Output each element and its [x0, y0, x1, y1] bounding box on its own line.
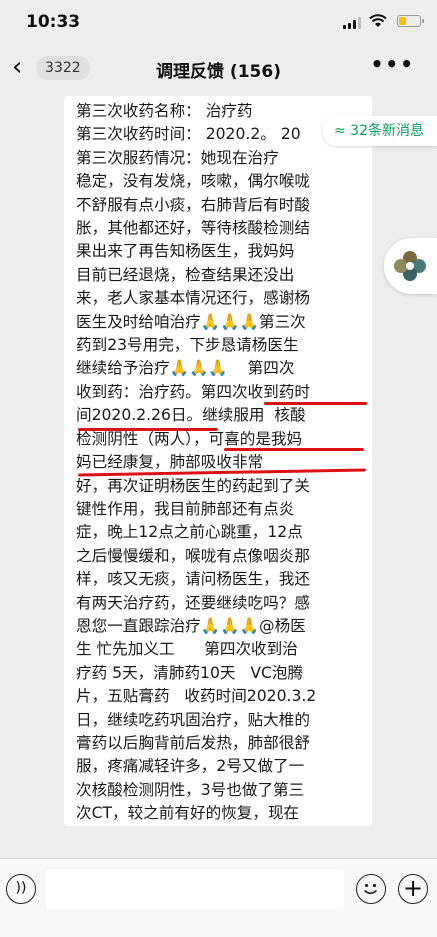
red-underline — [264, 402, 367, 405]
nav-bar: ‹ 3322 调理反馈 (156) ••• — [0, 46, 437, 90]
red-underline — [78, 428, 218, 431]
battery-icon — [397, 15, 424, 27]
wifi-icon — [369, 14, 387, 27]
emoji-icon[interactable] — [356, 874, 386, 904]
signal-icon — [343, 17, 363, 29]
red-underline — [224, 448, 364, 451]
message-text: 第三次收药名称： 治疗药 第三次收药时间： 2020.2。 20 第三次服药情况… — [76, 102, 317, 823]
floating-window-icon[interactable] — [384, 238, 437, 294]
input-bar: )) + — [0, 858, 437, 937]
more-icon[interactable]: ••• — [371, 52, 415, 76]
new-messages-pill[interactable]: ≈ 32条新消息 — [322, 116, 437, 146]
voice-icon[interactable]: )) — [6, 874, 36, 904]
message-bubble[interactable]: 第三次收药名称： 治疗药 第三次收药时间： 2020.2。 20 第三次服药情况… — [64, 96, 372, 826]
plus-icon[interactable]: + — [398, 874, 428, 904]
status-bar: 10:33 — [0, 0, 437, 44]
status-time: 10:33 — [26, 12, 81, 32]
message-input[interactable] — [46, 869, 344, 909]
